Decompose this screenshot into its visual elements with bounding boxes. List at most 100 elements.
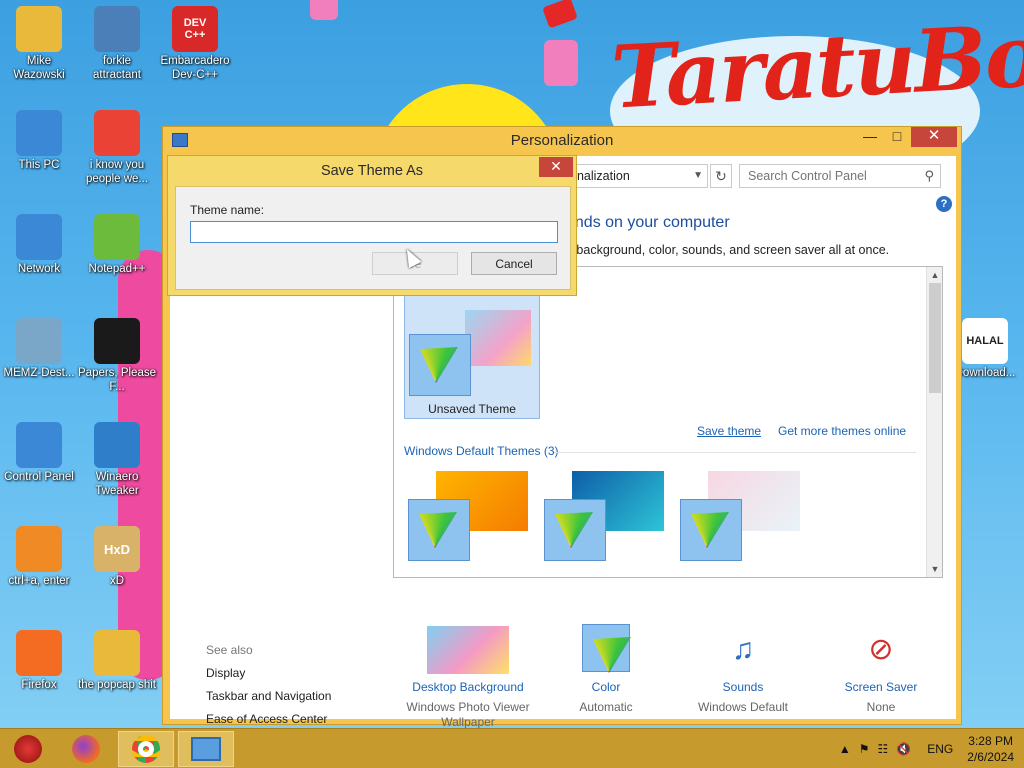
taskbar-firefox[interactable]	[58, 731, 114, 767]
unsaved-theme-tile[interactable]: Unsaved Theme	[404, 295, 540, 419]
theme-tile-flowers[interactable]	[680, 471, 804, 561]
scroll-down-icon[interactable]: ▼	[927, 561, 942, 577]
firefox-icon	[72, 735, 100, 763]
desktop-icon-label: i know you people we...	[85, 159, 148, 185]
see-also-ease-of-access-link[interactable]: Ease of Access Center	[206, 712, 331, 726]
halal-icon: HALAL	[962, 318, 1008, 364]
desktop-icon[interactable]: This PC	[0, 110, 78, 172]
help-icon[interactable]: ?	[936, 196, 952, 212]
desktop-icon-label: MEMZ-Dest...	[3, 367, 75, 379]
address-bar[interactable]: onalization ▼	[565, 164, 708, 188]
desktop-icon-label: Papers, Please F...	[78, 367, 156, 393]
screen-saver-value: None	[866, 700, 896, 714]
chrome-icon	[94, 110, 140, 156]
cancel-button[interactable]: Cancel	[471, 252, 557, 275]
theme-name-input[interactable]	[190, 221, 558, 243]
theme-tile-windows[interactable]	[408, 471, 532, 561]
color-palette-icon	[408, 499, 470, 561]
page-headline: unds on your computer	[566, 214, 730, 231]
papers-please-icon	[94, 318, 140, 364]
search-input[interactable]	[740, 165, 910, 187]
color-setting[interactable]: Color Automatic	[536, 624, 676, 715]
desktop-background-setting[interactable]: Desktop Background Windows Photo Viewer …	[398, 626, 538, 730]
desktop-icon[interactable]: Mike Wazowski	[0, 6, 78, 82]
desktop-icon[interactable]: ctrl+a, enter	[0, 526, 78, 588]
color-palette-icon	[680, 499, 742, 561]
desktop-icon[interactable]: Firefox	[0, 630, 78, 692]
group-divider	[554, 452, 916, 453]
desktop-icon[interactable]: HxD xD	[78, 526, 156, 588]
desktop-icon-label: Firefox	[21, 679, 57, 691]
desktop-icon[interactable]: Notepad++	[78, 214, 156, 276]
firefox-icon	[16, 630, 62, 676]
magnifier-icon	[16, 526, 62, 572]
desktop-icon-label: Notepad++	[88, 263, 146, 275]
dialog-body: Theme name: ve Cancel	[175, 186, 571, 290]
search-box[interactable]: ⚲	[739, 164, 941, 188]
get-more-themes-link[interactable]: Get more themes online	[778, 424, 906, 438]
desktop-icon[interactable]: Control Panel	[0, 422, 78, 484]
action-center-flag-icon[interactable]: ⚑	[859, 742, 870, 756]
desktop-icon[interactable]: Papers, Please F...	[78, 318, 156, 394]
winaero-icon	[94, 422, 140, 468]
refresh-icon[interactable]: ↻	[710, 164, 732, 188]
color-value: Automatic	[579, 700, 633, 714]
network-icon[interactable]: ☷	[878, 742, 889, 756]
desktop-icon[interactable]: Winaero Tweaker	[78, 422, 156, 498]
desktop-icon-label: Network	[17, 263, 61, 275]
network-icon	[16, 214, 62, 260]
desktop-background-link[interactable]: Desktop Background	[398, 680, 538, 694]
desktop-icon[interactable]: Network	[0, 214, 78, 276]
save-theme-link[interactable]: Save theme	[697, 424, 761, 438]
maximize-button[interactable]: □	[884, 127, 910, 147]
scroll-up-icon[interactable]: ▲	[927, 267, 942, 283]
screen-saver-link[interactable]: Screen Saver	[811, 680, 951, 694]
volume-muted-icon[interactable]: 🔇	[896, 742, 911, 756]
start-button[interactable]	[0, 731, 56, 767]
see-also-taskbar-link[interactable]: Taskbar and Navigation	[206, 689, 331, 703]
save-theme-dialog: Save Theme As ✕ Theme name: ve Cancel	[167, 155, 577, 296]
minimize-button[interactable]: —	[857, 127, 883, 147]
see-also-heading: See also	[206, 643, 253, 657]
desktop-icon-label: This PC	[18, 159, 60, 171]
taskbar: ▲ ⚑ ☷ 🔇 ENG 3:28 PM 2/6/2024	[0, 728, 1024, 768]
desktop-icon-label: forkie attractant	[93, 55, 141, 81]
desktop-icon[interactable]: DEV C++ Embarcadero Dev-C++	[156, 6, 234, 82]
sounds-icon: ♫	[731, 633, 755, 666]
scroll-thumb[interactable]	[929, 283, 941, 393]
desktop-icon[interactable]: i know you people we...	[78, 110, 156, 186]
see-also-display-link[interactable]: Display	[206, 666, 331, 680]
desktop-icon[interactable]: forkie attractant	[78, 6, 156, 82]
clock[interactable]: 3:28 PM 2/6/2024	[967, 733, 1014, 765]
sounds-link[interactable]: Sounds	[673, 680, 813, 694]
screen-saver-setting[interactable]: ⊘ Screen Saver None	[811, 626, 951, 715]
clock-date: 2/6/2024	[967, 750, 1014, 764]
desktop-icon[interactable]: MEMZ-Dest...	[0, 318, 78, 380]
start-orb-icon	[14, 735, 42, 763]
theme-name-label: Theme name:	[190, 203, 265, 217]
dialog-close-button[interactable]: ✕	[539, 157, 573, 177]
close-button[interactable]: ✕	[911, 127, 957, 147]
unsaved-theme-label: Unsaved Theme	[428, 402, 516, 416]
theme-list[interactable]: Unsaved Theme Save theme Get more themes…	[393, 266, 943, 578]
desktop-icon[interactable]: the popcap shit	[78, 630, 156, 692]
chevron-down-icon[interactable]: ▼	[693, 165, 703, 187]
chrome-icon	[132, 735, 160, 763]
desktop-icon-label: Mike Wazowski	[13, 55, 65, 81]
address-text: onalization	[570, 169, 630, 183]
color-link[interactable]: Color	[536, 680, 676, 694]
vertical-scrollbar[interactable]: ▲ ▼	[926, 267, 942, 577]
folder-icon	[94, 630, 140, 676]
desktop-icon-label: the popcap shit	[78, 679, 157, 691]
taskbar-control-panel[interactable]	[178, 731, 234, 767]
notepadpp-icon	[94, 214, 140, 260]
search-icon[interactable]: ⚲	[924, 168, 934, 184]
language-indicator[interactable]: ENG	[927, 742, 953, 756]
sounds-setting[interactable]: ♫ Sounds Windows Default	[673, 626, 813, 715]
theme-tile-lines[interactable]	[544, 471, 668, 561]
default-themes-heading: Windows Default Themes (3)	[404, 444, 559, 458]
color-palette-icon	[544, 499, 606, 561]
dialog-title: Save Theme As	[320, 163, 424, 179]
taskbar-chrome[interactable]	[118, 731, 174, 767]
show-hidden-icons[interactable]: ▲	[839, 742, 851, 756]
